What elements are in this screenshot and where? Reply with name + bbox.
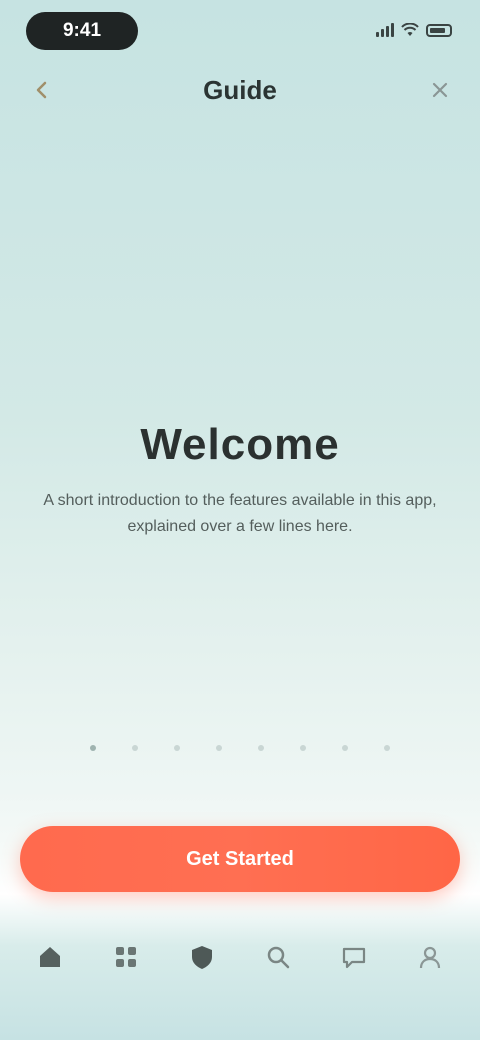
battery-icon — [426, 23, 452, 37]
tab-home[interactable] — [18, 940, 82, 996]
home-icon — [33, 940, 67, 974]
page-indicator — [80, 742, 400, 754]
bottom-tab-bar — [0, 928, 480, 1040]
signal-icon — [376, 23, 394, 37]
tab-chat[interactable] — [322, 940, 386, 996]
tab-shield[interactable] — [170, 940, 234, 996]
page-dot[interactable] — [174, 745, 180, 751]
tab-search[interactable] — [246, 940, 310, 996]
status-bar: 9:41 — [0, 0, 480, 56]
chat-icon — [337, 940, 371, 974]
search-icon — [261, 940, 295, 974]
page-dot[interactable] — [132, 745, 138, 751]
grid-icon — [109, 940, 143, 974]
page-dot[interactable] — [384, 745, 390, 751]
close-icon[interactable] — [422, 72, 458, 108]
user-icon — [413, 940, 447, 974]
main-description: A short introduction to the features ava… — [43, 492, 437, 535]
page-dot[interactable] — [300, 745, 306, 751]
page-dot[interactable] — [216, 745, 222, 751]
back-arrow-icon[interactable] — [24, 72, 60, 108]
page-title: Guide — [203, 75, 277, 105]
tab-profile[interactable] — [398, 940, 462, 996]
page-dot[interactable] — [342, 745, 348, 751]
page-dot[interactable] — [90, 745, 96, 751]
tab-grid[interactable] — [94, 940, 158, 996]
page-dot[interactable] — [258, 745, 264, 751]
shield-icon — [185, 940, 219, 974]
wifi-icon — [401, 23, 419, 36]
header: Guide — [0, 60, 480, 120]
status-icons — [376, 18, 452, 42]
get-started-button[interactable]: Get Started — [20, 826, 460, 892]
status-time: 9:41 — [26, 12, 138, 50]
main-title: Welcome — [140, 420, 340, 469]
